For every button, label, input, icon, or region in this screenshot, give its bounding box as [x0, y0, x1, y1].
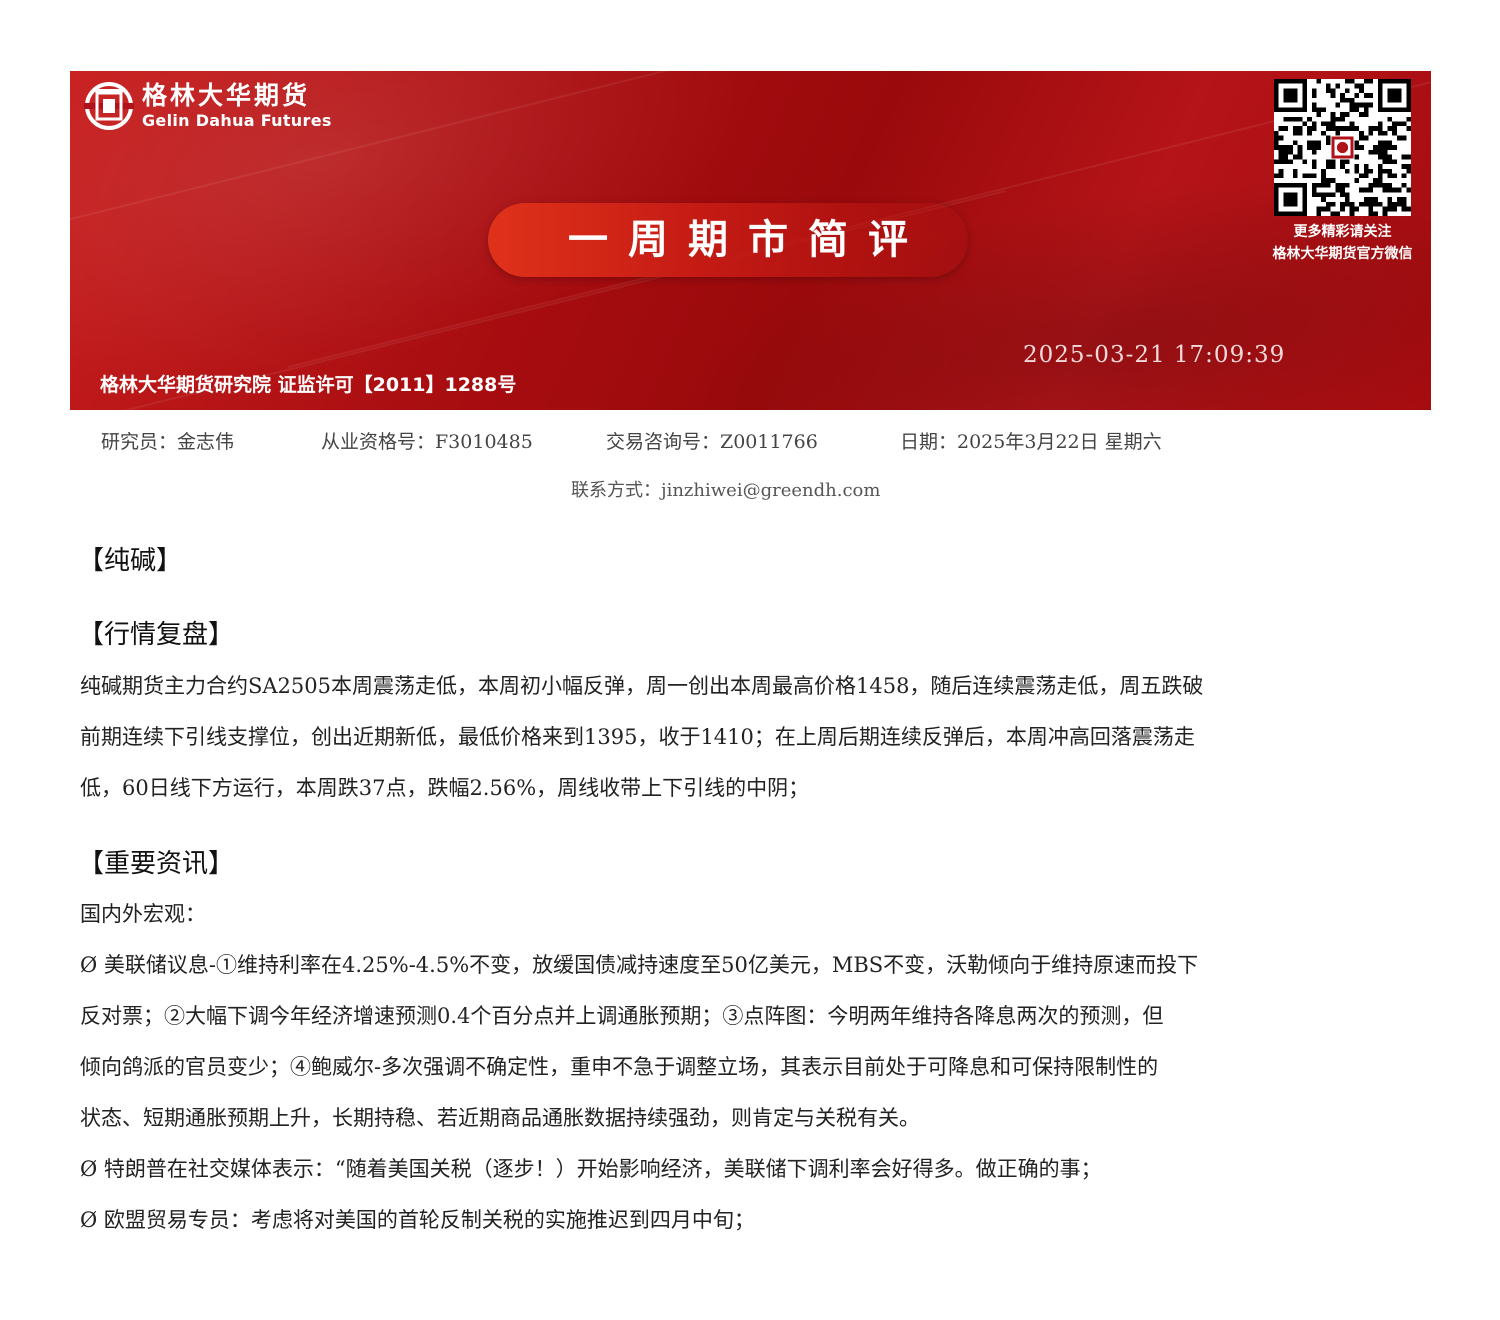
news-line: 国内外宏观： — [80, 902, 206, 926]
news-paragraph: 国内外宏观： Ø 美联储议息-①维持利率在4.25%-4.5%不变，放缓国债减持… — [80, 889, 1425, 1246]
wechat-qr-code — [1274, 79, 1411, 216]
qr-code-icon — [1274, 79, 1411, 216]
qr-caption: 更多精彩请关注 格林大华期货官方微信 — [1250, 221, 1431, 265]
review-line: 低，60日线下方运行，本周跌37点，跌幅2.56%，周线收带上下引线的中阴； — [80, 776, 810, 800]
qr-caption-line-2: 格林大华期货官方微信 — [1272, 246, 1413, 262]
contact-email[interactable]: 联系方式：jinzhiwei@greendh.com — [571, 476, 880, 502]
news-line: 状态、短期通胀预期上升，长期持稳、若近期商品通胀数据持续强劲，则肯定与关税有关。 — [80, 1106, 920, 1130]
review-heading: 【行情复盘】 — [78, 620, 235, 650]
consult-number: 交易咨询号：Z0011766 — [606, 431, 818, 453]
report-date: 日期：2025年3月22日 星期六 — [900, 431, 1162, 453]
institute-license: 格林大华期货研究院 证监许可【2011】1288号 — [100, 374, 517, 396]
news-line: Ø 特朗普在社交媒体表示：“随着美国关税（逐步！）开始影响经济，美联储下调利率会… — [80, 1157, 1102, 1181]
header-banner: 格林大华期货 Gelin Dahua Futures 一周期市简评 更多精彩请关… — [70, 71, 1431, 410]
review-line: 纯碱期货主力合约SA2505本周震荡走低，本周初小幅反弹，周一创出本周最高价格1… — [80, 674, 1204, 698]
news-heading: 【重要资讯】 — [78, 849, 235, 879]
news-line: Ø 欧盟贸易专员：考虑将对美国的首轮反制关税的实施推迟到四月中旬； — [80, 1208, 755, 1232]
news-line: 反对票；②大幅下调今年经济增速预测0.4个百分点并上调通胀预期；③点阵图：今明两… — [80, 1004, 1164, 1028]
news-line: Ø 美联储议息-①维持利率在4.25%-4.5%不变，放缓国债减持速度至50亿美… — [80, 953, 1199, 977]
researcher-name: 研究员：金志伟 — [101, 431, 235, 453]
logo-chinese-name: 格林大华期货 — [142, 81, 311, 110]
publish-timestamp: 2025-03-21 17:09:39 — [1023, 342, 1286, 368]
report-title: 一周期市简评 — [568, 217, 928, 263]
commodity-heading: 【纯碱】 — [78, 546, 183, 576]
review-line: 前期连续下引线支撑位，创出近期新低，最低价格来到1395，收于1410；在上周后… — [80, 725, 1195, 749]
review-paragraph: 纯碱期货主力合约SA2505本周震荡走低，本周初小幅反弹，周一创出本周最高价格1… — [80, 661, 1425, 814]
news-line: 倾向鸽派的官员变少；④鲍威尔-多次强调不确定性，重申不急于调整立场，其表示目前处… — [80, 1055, 1159, 1079]
logo-english-name: Gelin Dahua Futures — [142, 111, 332, 130]
logo-mark-icon — [84, 82, 134, 130]
company-logo: 格林大华期货 Gelin Dahua Futures — [84, 81, 332, 131]
qualification-number: 从业资格号：F3010485 — [321, 431, 533, 453]
qr-caption-line-1: 更多精彩请关注 — [1293, 224, 1392, 240]
